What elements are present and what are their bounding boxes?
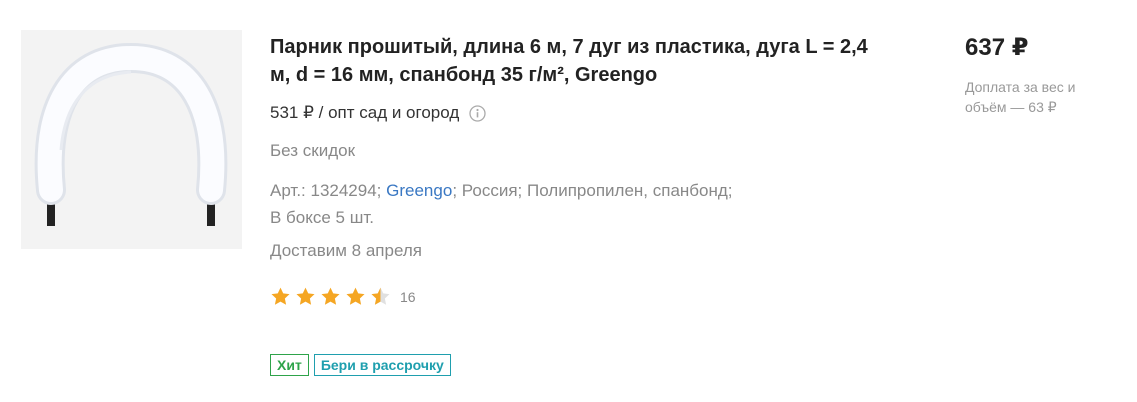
brand-link[interactable]: Greengo	[386, 181, 452, 200]
product-title[interactable]: Парник прошитый, длина 6 м, 7 дуг из пла…	[270, 33, 870, 89]
wholesale-price-row: 531 ₽ / опт сад и огород	[270, 103, 486, 123]
review-count[interactable]: 16	[400, 289, 416, 305]
half-star-icon	[370, 286, 391, 307]
greenhouse-arch-image	[21, 30, 242, 249]
star-icon	[320, 286, 341, 307]
box-quantity: В боксе 5 шт.	[270, 208, 375, 227]
material: Полипропилен, спанбонд;	[527, 181, 733, 200]
wholesale-price: 531 ₽ / опт сад и огород	[270, 103, 460, 122]
product-price: 637 ₽	[965, 34, 1029, 61]
installment-badge[interactable]: Бери в рассрочку	[313, 354, 451, 376]
rating-stars[interactable]: 16	[270, 286, 416, 307]
country: Россия;	[461, 181, 523, 200]
delivery-date: Доставим 8 апреля	[270, 241, 422, 260]
product-image[interactable]	[21, 30, 242, 249]
badges: Хит Бери в рассрочку	[270, 354, 451, 376]
star-icon	[295, 286, 316, 307]
product-card: Парник прошитый, длина 6 м, 7 дуг из пла…	[0, 0, 1137, 402]
star-icon	[345, 286, 366, 307]
info-circle-icon[interactable]	[469, 104, 486, 122]
brand-separator: ;	[452, 181, 458, 200]
hit-badge[interactable]: Хит	[270, 354, 309, 376]
product-specs: Арт.: 1324294; Greengo; Россия; Полипроп…	[270, 177, 790, 231]
discount-text: Без скидок	[270, 141, 355, 160]
weight-volume-surcharge: Доплата за вес и объём — 63 ₽	[965, 79, 1076, 115]
article-number: Арт.: 1324294;	[270, 181, 382, 200]
star-icon	[270, 286, 291, 307]
